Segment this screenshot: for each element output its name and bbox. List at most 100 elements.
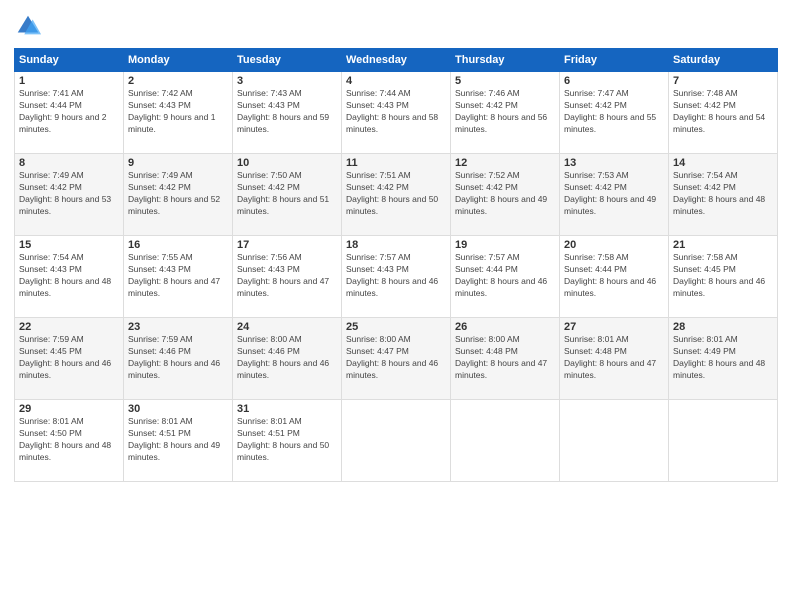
day-info: Sunrise: 7:58 AMSunset: 4:45 PMDaylight:…: [673, 252, 773, 300]
day-number: 4: [346, 75, 446, 87]
day-number: 13: [564, 157, 664, 169]
day-info: Sunrise: 7:46 AMSunset: 4:42 PMDaylight:…: [455, 88, 555, 136]
day-info: Sunrise: 7:53 AMSunset: 4:42 PMDaylight:…: [564, 170, 664, 218]
day-number: 29: [19, 403, 119, 415]
calendar-header-thursday: Thursday: [451, 49, 560, 72]
day-info: Sunrise: 8:00 AMSunset: 4:46 PMDaylight:…: [237, 334, 337, 382]
day-info: Sunrise: 8:00 AMSunset: 4:47 PMDaylight:…: [346, 334, 446, 382]
calendar-header-row: SundayMondayTuesdayWednesdayThursdayFrid…: [15, 49, 778, 72]
calendar-cell: 1Sunrise: 7:41 AMSunset: 4:44 PMDaylight…: [15, 72, 124, 154]
day-number: 3: [237, 75, 337, 87]
day-number: 22: [19, 321, 119, 333]
day-info: Sunrise: 7:42 AMSunset: 4:43 PMDaylight:…: [128, 88, 228, 136]
day-number: 24: [237, 321, 337, 333]
calendar-cell: 23Sunrise: 7:59 AMSunset: 4:46 PMDayligh…: [124, 318, 233, 400]
day-info: Sunrise: 7:51 AMSunset: 4:42 PMDaylight:…: [346, 170, 446, 218]
day-number: 31: [237, 403, 337, 415]
day-info: Sunrise: 7:58 AMSunset: 4:44 PMDaylight:…: [564, 252, 664, 300]
day-number: 14: [673, 157, 773, 169]
calendar-week-4: 22Sunrise: 7:59 AMSunset: 4:45 PMDayligh…: [15, 318, 778, 400]
calendar-header-monday: Monday: [124, 49, 233, 72]
day-number: 18: [346, 239, 446, 251]
day-number: 9: [128, 157, 228, 169]
calendar-header-wednesday: Wednesday: [342, 49, 451, 72]
calendar-cell: 27Sunrise: 8:01 AMSunset: 4:48 PMDayligh…: [560, 318, 669, 400]
calendar-cell: 14Sunrise: 7:54 AMSunset: 4:42 PMDayligh…: [669, 154, 778, 236]
calendar-cell: [342, 400, 451, 482]
calendar-table: SundayMondayTuesdayWednesdayThursdayFrid…: [14, 48, 778, 482]
day-number: 21: [673, 239, 773, 251]
calendar-cell: 12Sunrise: 7:52 AMSunset: 4:42 PMDayligh…: [451, 154, 560, 236]
day-number: 1: [19, 75, 119, 87]
calendar-week-1: 1Sunrise: 7:41 AMSunset: 4:44 PMDaylight…: [15, 72, 778, 154]
day-number: 16: [128, 239, 228, 251]
day-info: Sunrise: 7:54 AMSunset: 4:42 PMDaylight:…: [673, 170, 773, 218]
calendar-cell: [669, 400, 778, 482]
page: SundayMondayTuesdayWednesdayThursdayFrid…: [0, 0, 792, 612]
day-info: Sunrise: 7:50 AMSunset: 4:42 PMDaylight:…: [237, 170, 337, 218]
day-info: Sunrise: 8:01 AMSunset: 4:49 PMDaylight:…: [673, 334, 773, 382]
day-number: 6: [564, 75, 664, 87]
calendar-cell: 13Sunrise: 7:53 AMSunset: 4:42 PMDayligh…: [560, 154, 669, 236]
calendar-cell: 16Sunrise: 7:55 AMSunset: 4:43 PMDayligh…: [124, 236, 233, 318]
day-info: Sunrise: 7:52 AMSunset: 4:42 PMDaylight:…: [455, 170, 555, 218]
header: [14, 12, 778, 40]
calendar-cell: 6Sunrise: 7:47 AMSunset: 4:42 PMDaylight…: [560, 72, 669, 154]
calendar-cell: 30Sunrise: 8:01 AMSunset: 4:51 PMDayligh…: [124, 400, 233, 482]
day-number: 11: [346, 157, 446, 169]
day-number: 15: [19, 239, 119, 251]
calendar-cell: [451, 400, 560, 482]
calendar-cell: 31Sunrise: 8:01 AMSunset: 4:51 PMDayligh…: [233, 400, 342, 482]
calendar-week-5: 29Sunrise: 8:01 AMSunset: 4:50 PMDayligh…: [15, 400, 778, 482]
calendar-cell: 21Sunrise: 7:58 AMSunset: 4:45 PMDayligh…: [669, 236, 778, 318]
day-number: 20: [564, 239, 664, 251]
day-number: 7: [673, 75, 773, 87]
day-number: 23: [128, 321, 228, 333]
calendar-cell: [560, 400, 669, 482]
day-info: Sunrise: 7:57 AMSunset: 4:43 PMDaylight:…: [346, 252, 446, 300]
day-info: Sunrise: 7:49 AMSunset: 4:42 PMDaylight:…: [128, 170, 228, 218]
day-number: 17: [237, 239, 337, 251]
day-info: Sunrise: 8:01 AMSunset: 4:51 PMDaylight:…: [128, 416, 228, 464]
day-number: 19: [455, 239, 555, 251]
day-number: 27: [564, 321, 664, 333]
day-info: Sunrise: 7:55 AMSunset: 4:43 PMDaylight:…: [128, 252, 228, 300]
day-number: 28: [673, 321, 773, 333]
calendar-cell: 17Sunrise: 7:56 AMSunset: 4:43 PMDayligh…: [233, 236, 342, 318]
day-info: Sunrise: 7:59 AMSunset: 4:46 PMDaylight:…: [128, 334, 228, 382]
calendar-cell: 3Sunrise: 7:43 AMSunset: 4:43 PMDaylight…: [233, 72, 342, 154]
calendar-week-3: 15Sunrise: 7:54 AMSunset: 4:43 PMDayligh…: [15, 236, 778, 318]
day-info: Sunrise: 7:54 AMSunset: 4:43 PMDaylight:…: [19, 252, 119, 300]
day-info: Sunrise: 7:56 AMSunset: 4:43 PMDaylight:…: [237, 252, 337, 300]
day-info: Sunrise: 8:00 AMSunset: 4:48 PMDaylight:…: [455, 334, 555, 382]
day-info: Sunrise: 8:01 AMSunset: 4:50 PMDaylight:…: [19, 416, 119, 464]
calendar-cell: 25Sunrise: 8:00 AMSunset: 4:47 PMDayligh…: [342, 318, 451, 400]
day-info: Sunrise: 7:49 AMSunset: 4:42 PMDaylight:…: [19, 170, 119, 218]
day-info: Sunrise: 7:41 AMSunset: 4:44 PMDaylight:…: [19, 88, 119, 136]
calendar-header-saturday: Saturday: [669, 49, 778, 72]
calendar-cell: 29Sunrise: 8:01 AMSunset: 4:50 PMDayligh…: [15, 400, 124, 482]
calendar-cell: 2Sunrise: 7:42 AMSunset: 4:43 PMDaylight…: [124, 72, 233, 154]
day-number: 5: [455, 75, 555, 87]
calendar-cell: 20Sunrise: 7:58 AMSunset: 4:44 PMDayligh…: [560, 236, 669, 318]
day-number: 10: [237, 157, 337, 169]
logo-icon: [14, 12, 42, 40]
logo: [14, 12, 44, 40]
day-info: Sunrise: 7:57 AMSunset: 4:44 PMDaylight:…: [455, 252, 555, 300]
day-info: Sunrise: 7:47 AMSunset: 4:42 PMDaylight:…: [564, 88, 664, 136]
calendar-cell: 4Sunrise: 7:44 AMSunset: 4:43 PMDaylight…: [342, 72, 451, 154]
day-info: Sunrise: 7:48 AMSunset: 4:42 PMDaylight:…: [673, 88, 773, 136]
calendar-header-tuesday: Tuesday: [233, 49, 342, 72]
calendar-cell: 9Sunrise: 7:49 AMSunset: 4:42 PMDaylight…: [124, 154, 233, 236]
calendar-cell: 18Sunrise: 7:57 AMSunset: 4:43 PMDayligh…: [342, 236, 451, 318]
day-number: 2: [128, 75, 228, 87]
calendar-cell: 24Sunrise: 8:00 AMSunset: 4:46 PMDayligh…: [233, 318, 342, 400]
calendar-week-2: 8Sunrise: 7:49 AMSunset: 4:42 PMDaylight…: [15, 154, 778, 236]
day-info: Sunrise: 8:01 AMSunset: 4:51 PMDaylight:…: [237, 416, 337, 464]
day-info: Sunrise: 7:44 AMSunset: 4:43 PMDaylight:…: [346, 88, 446, 136]
day-number: 25: [346, 321, 446, 333]
day-info: Sunrise: 7:43 AMSunset: 4:43 PMDaylight:…: [237, 88, 337, 136]
calendar-header-sunday: Sunday: [15, 49, 124, 72]
calendar-cell: 10Sunrise: 7:50 AMSunset: 4:42 PMDayligh…: [233, 154, 342, 236]
calendar-header-friday: Friday: [560, 49, 669, 72]
